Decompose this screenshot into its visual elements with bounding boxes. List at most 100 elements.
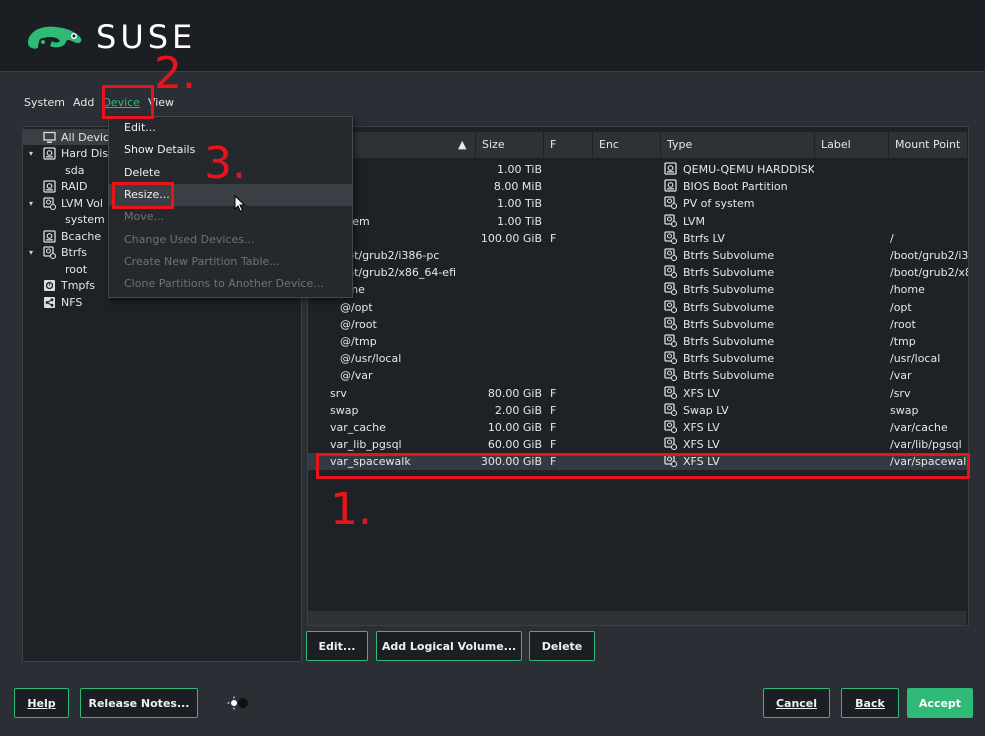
chameleon-icon — [28, 26, 82, 49]
table-row[interactable]: /boot/grub2/i386-pc Btrfs Subvolume/boot/… — [308, 247, 968, 264]
lvm-icon — [664, 265, 678, 279]
device-menu-item-label: Change Used Devices... — [124, 232, 255, 246]
annotation-box-row — [316, 453, 970, 479]
header: SUSE — [0, 0, 985, 72]
device-menu-item: Clone Partitions to Another Device... — [109, 273, 352, 295]
expand-arrow-icon[interactable]: ▾ — [29, 149, 39, 158]
cell-size: 2.00 GiB — [476, 402, 542, 419]
accept-button[interactable]: Accept — [907, 688, 973, 718]
annotation-number-2: 2. — [154, 48, 196, 99]
lvm-icon — [664, 368, 678, 382]
cell-type: BIOS Boot Partition — [664, 178, 814, 195]
table-row[interactable]: /homeBtrfs Subvolume/home — [308, 281, 968, 298]
cell-f-text: F — [550, 421, 557, 434]
device-menu-item-label: Move... — [124, 210, 164, 224]
menu-add[interactable]: Add — [69, 94, 98, 112]
cell-size-text: 10.00 GiB — [487, 421, 542, 434]
table-row[interactable]: @/tmp Btrfs Subvolume/tmp — [308, 333, 968, 350]
theme-toggle-icon[interactable] — [226, 696, 250, 710]
col-label[interactable]: Label — [815, 132, 889, 158]
cell-type: Btrfs Subvolume — [664, 281, 814, 298]
table-row[interactable]: 100.00 GiB F Btrfs LV / — [308, 230, 968, 247]
add-logical-volume-button[interactable]: Add Logical Volume... — [376, 631, 522, 661]
expand-arrow-icon[interactable]: ▾ — [29, 199, 39, 208]
cell-device-text: @/opt — [340, 300, 373, 314]
table-row[interactable]: @/var Btrfs Subvolume/var — [308, 367, 968, 384]
cell-type: XFS LV — [664, 419, 814, 436]
edit-button[interactable]: Edit... — [306, 631, 368, 661]
cell-f: F — [550, 402, 590, 419]
table-row[interactable]: @/root Btrfs Subvolume/root — [308, 316, 968, 333]
table-row[interactable]: 18.00 MiBBIOS Boot Partition — [308, 178, 968, 195]
col-f[interactable]: F — [544, 132, 593, 158]
device-menu-item: Create New Partition Table... — [109, 251, 352, 273]
horizontal-scrollbar[interactable] — [308, 611, 966, 625]
lvm-icon — [43, 246, 56, 259]
cell-mount-text: swap — [890, 403, 919, 417]
col-type[interactable]: Type — [661, 132, 815, 158]
cell-device-text: @/tmp — [340, 335, 377, 348]
cell-f-text: F — [550, 231, 557, 245]
cell-mount-text: /boot/grub2/i3 — [890, 249, 968, 262]
table-row[interactable]: system1.00 TiBLVM — [308, 213, 968, 230]
cell-device: var_cache — [330, 419, 476, 436]
release-notes-button[interactable]: Release Notes... — [80, 688, 198, 718]
cell-f: F — [550, 230, 590, 247]
lvm-icon — [664, 231, 678, 244]
cell-type: Btrfs Subvolume — [664, 247, 814, 264]
device-menu-item[interactable]: Edit... — [109, 117, 352, 139]
cell-device: var_lib_pgsql — [330, 436, 476, 453]
table-row[interactable]: var_cache 10.00 GiB F XFS LV/var/cache — [308, 419, 968, 436]
cell-type-text: Btrfs Subvolume — [683, 249, 775, 262]
cell-type-text: Btrfs Subvolume — [683, 352, 775, 366]
cell-type-text: XFS LV — [683, 421, 720, 434]
expand-arrow-icon[interactable]: ▾ — [29, 248, 39, 257]
cell-mount: /var — [890, 367, 968, 384]
col-enc[interactable]: Enc — [593, 132, 661, 158]
table-row[interactable]: @/usr/local Btrfs Subvolume/usr/local — [308, 350, 968, 367]
cell-type-text: BIOS Boot Partition — [683, 180, 788, 194]
annotation-box-resize — [112, 182, 174, 209]
help-button[interactable]: Help — [14, 688, 69, 718]
lvm-icon — [43, 196, 56, 210]
cell-f-text: F — [550, 438, 557, 452]
devices-table: ▲ Size F Enc Type Label Mount Point sda1… — [307, 126, 969, 626]
back-button[interactable]: Back — [841, 688, 899, 718]
cell-type: PV of system — [664, 195, 814, 212]
cancel-label: Cancel — [775, 696, 818, 710]
cell-device: @/usr/local — [330, 350, 486, 367]
table-row[interactable]: var_lib_pgsql 60.00 GiB F XFS LV/var/lib/pg… — [308, 436, 968, 453]
table-row[interactable]: sda1.00 TiBQEMU-QEMU HARDDISK — [308, 161, 968, 178]
device-menu-item-label: Edit... — [124, 121, 156, 134]
cell-type-text: XFS LV — [683, 438, 720, 452]
tree-item-label: Hard Dis — [61, 147, 109, 160]
annotation-box-device-menu — [102, 85, 154, 119]
table-row[interactable]: @/opt Btrfs Subvolume/opt — [308, 299, 968, 316]
cell-device: @/var — [330, 367, 486, 384]
cell-type: Btrfs LV — [664, 230, 814, 247]
cell-size-text: 80.00 GiB — [487, 386, 542, 400]
cell-device: @/tmp — [330, 333, 486, 350]
delete-button[interactable]: Delete — [529, 631, 595, 661]
cell-size-text: 1.00 TiB — [497, 197, 542, 211]
device-menu-item-label: Show Details — [124, 143, 196, 157]
cell-type: XFS LV — [664, 436, 814, 453]
cell-size: 60.00 GiB — [476, 436, 542, 453]
cell-mount: /var/cache — [890, 419, 968, 436]
cell-type: Btrfs Subvolume — [664, 299, 814, 316]
table-row[interactable]: 21.00 TiBPV of system — [308, 195, 968, 212]
cell-type: Swap LV — [664, 402, 814, 419]
col-mount-point[interactable]: Mount Point — [889, 132, 968, 158]
table-row[interactable]: srv 80.00 GiB F XFS LV/srv — [308, 385, 968, 402]
cell-size-text: 1.00 TiB — [497, 214, 542, 228]
device-menu-item: Change Used Devices... — [109, 229, 352, 251]
menu-system[interactable]: System — [20, 94, 69, 112]
cancel-button[interactable]: Cancel — [763, 688, 830, 718]
table-row[interactable]: /boot/grub2/x86_64-efi Btrfs Subvolume/bo… — [308, 264, 968, 281]
col-size[interactable]: Size — [476, 132, 544, 158]
cell-type-text: Btrfs Subvolume — [683, 369, 775, 383]
cell-type: Btrfs Subvolume — [664, 264, 814, 281]
table-row[interactable]: swap 2.00 GiB F Swap LV swap — [308, 402, 968, 419]
tree-item-label: Bcache — [61, 229, 102, 243]
cell-f-text: F — [550, 386, 557, 400]
